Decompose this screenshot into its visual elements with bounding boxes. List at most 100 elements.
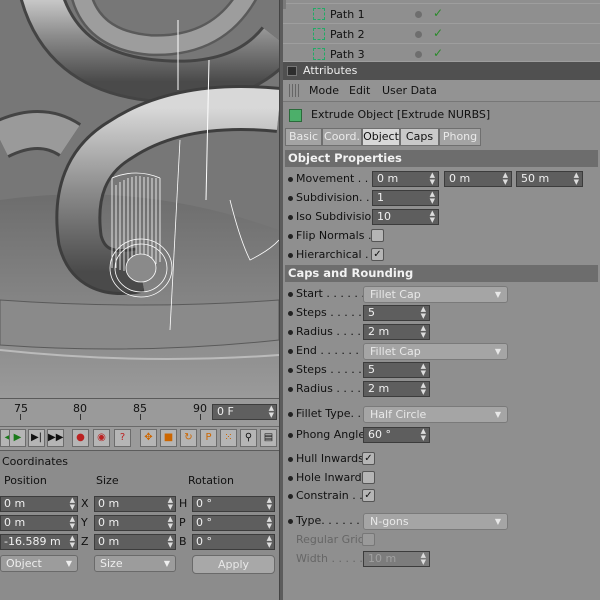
list-item[interactable]: Path 2 ✓ xyxy=(283,25,600,44)
play-forward-button[interactable]: ▶ xyxy=(9,429,26,447)
flip-normals-checkbox[interactable] xyxy=(371,229,384,242)
constrain-checkbox[interactable]: ✓ xyxy=(362,489,375,502)
rotation-p-field[interactable]: 0 ° ▲ ▼ xyxy=(192,515,275,531)
tab-basic[interactable]: Basic xyxy=(285,128,322,146)
animate-dot-icon[interactable] xyxy=(288,253,293,258)
animate-dot-icon[interactable] xyxy=(288,457,293,462)
scale-key-icon[interactable]: ■ xyxy=(160,429,177,447)
start-steps-field[interactable]: 5 ▲ ▼ xyxy=(363,305,430,321)
animate-dot-icon[interactable] xyxy=(288,519,293,524)
stepper-arrows-icon[interactable]: ▲ ▼ xyxy=(421,306,426,320)
movement-y-field[interactable]: 0 m ▲ ▼ xyxy=(444,171,512,187)
visibility-dot-icon[interactable] xyxy=(415,51,422,58)
movement-z-field[interactable]: 50 m ▲ ▼ xyxy=(516,171,583,187)
fillet-type-select[interactable]: Half Circle ▼ xyxy=(363,406,508,423)
position-y-field[interactable]: 0 m ▲ ▼ xyxy=(0,515,78,531)
position-z-field[interactable]: -16.589 m ▲ ▼ xyxy=(0,534,78,550)
stepper-arrows-icon[interactable]: ▲ ▼ xyxy=(70,535,75,549)
animate-dot-icon[interactable] xyxy=(288,292,293,297)
animate-dot-icon[interactable] xyxy=(288,177,293,182)
end-radius-field[interactable]: 2 m ▲ ▼ xyxy=(363,381,430,397)
end-cap-select[interactable]: Fillet Cap ▼ xyxy=(363,343,508,360)
timeline-window-icon[interactable]: ▤ xyxy=(260,429,277,447)
subdivision-field[interactable]: 1 ▲ ▼ xyxy=(372,190,439,206)
animate-dot-icon[interactable] xyxy=(288,311,293,316)
stepper-arrows-icon[interactable]: ▲ ▼ xyxy=(267,497,272,511)
apply-button[interactable]: Apply xyxy=(192,555,275,574)
hull-inwards-checkbox[interactable]: ✓ xyxy=(362,452,375,465)
menu-mode[interactable]: Mode xyxy=(309,84,339,97)
animate-dot-icon[interactable] xyxy=(288,387,293,392)
hole-inwards-checkbox[interactable] xyxy=(362,471,375,484)
stepper-arrows-icon[interactable]: ▲ ▼ xyxy=(168,516,173,530)
stepper-arrows-icon[interactable]: ▲ ▼ xyxy=(421,325,426,339)
visibility-dot-icon[interactable] xyxy=(415,31,422,38)
menu-edit[interactable]: Edit xyxy=(349,84,370,97)
end-steps-field[interactable]: 5 ▲ ▼ xyxy=(363,362,430,378)
animate-dot-icon[interactable] xyxy=(288,330,293,335)
stepper-arrows-icon[interactable]: ▲ ▼ xyxy=(421,382,426,396)
stepper-arrows-icon[interactable]: ▲ ▼ xyxy=(574,172,579,186)
stepper-arrows-icon[interactable]: ▲ ▼ xyxy=(503,172,508,186)
stepper-arrows-icon[interactable]: ▲ ▼ xyxy=(421,428,426,442)
stepper-arrows-icon[interactable]: ▲ ▼ xyxy=(269,405,274,419)
enabled-check-icon[interactable]: ✓ xyxy=(433,6,443,20)
tab-phong[interactable]: Phong xyxy=(439,128,481,146)
start-radius-field[interactable]: 2 m ▲ ▼ xyxy=(363,324,430,340)
movement-x-field[interactable]: 0 m ▲ ▼ xyxy=(372,171,439,187)
animate-dot-icon[interactable] xyxy=(288,234,293,239)
coordinate-mode-select[interactable]: Object ▼ xyxy=(0,555,78,572)
list-item[interactable] xyxy=(283,0,600,9)
go-to-end-icon[interactable]: ▶▶ xyxy=(47,429,64,447)
iso-subdivision-field[interactable]: 10 ▲ ▼ xyxy=(372,209,439,225)
stepper-arrows-icon[interactable]: ▲ ▼ xyxy=(267,535,272,549)
record-keys-icon[interactable]: ● xyxy=(72,429,89,447)
keyframe-selection-icon[interactable]: ? xyxy=(114,429,131,447)
enabled-check-icon[interactable]: ✓ xyxy=(433,26,443,40)
animate-dot-icon[interactable] xyxy=(288,215,293,220)
stepper-arrows-icon[interactable]: ▲ ▼ xyxy=(430,191,435,205)
autokey-icon[interactable]: ◉ xyxy=(93,429,110,447)
current-frame-field[interactable]: 0 F ▲ ▼ xyxy=(212,404,277,420)
size-y-field[interactable]: 0 m ▲ ▼ xyxy=(94,515,176,531)
stepper-arrows-icon[interactable]: ▲ ▼ xyxy=(430,210,435,224)
size-x-field[interactable]: 0 m ▲ ▼ xyxy=(94,496,176,512)
hierarchical-checkbox[interactable]: ✓ xyxy=(371,248,384,261)
animate-dot-icon[interactable] xyxy=(288,196,293,201)
stepper-arrows-icon[interactable]: ▲ ▼ xyxy=(168,535,173,549)
menu-user-data[interactable]: User Data xyxy=(382,84,437,97)
animate-dot-icon[interactable] xyxy=(288,349,293,354)
size-mode-select[interactable]: Size ▼ xyxy=(94,555,176,572)
animate-dot-icon[interactable] xyxy=(288,368,293,373)
panel-menu-icon[interactable] xyxy=(287,66,297,76)
position-key-icon[interactable]: ✥ xyxy=(140,429,157,447)
cap-type-select[interactable]: N-gons ▼ xyxy=(363,513,508,530)
animate-dot-icon[interactable] xyxy=(288,476,293,481)
start-cap-select[interactable]: Fillet Cap ▼ xyxy=(363,286,508,303)
enabled-check-icon[interactable]: ✓ xyxy=(433,46,443,60)
list-item[interactable]: Path 1 ✓ xyxy=(283,5,600,24)
stepper-arrows-icon[interactable]: ▲ ▼ xyxy=(430,172,435,186)
phong-angle-field[interactable]: 60 ° ▲ ▼ xyxy=(363,427,430,443)
stepper-arrows-icon[interactable]: ▲ ▼ xyxy=(70,497,75,511)
stepper-arrows-icon[interactable]: ▲ ▼ xyxy=(421,363,426,377)
stepper-arrows-icon[interactable]: ▲ ▼ xyxy=(267,516,272,530)
rotation-key-icon[interactable]: ↻ xyxy=(180,429,197,447)
scheme-icon[interactable]: ⚲ xyxy=(240,429,257,447)
size-z-field[interactable]: 0 m ▲ ▼ xyxy=(94,534,176,550)
rotation-h-field[interactable]: 0 ° ▲ ▼ xyxy=(192,496,275,512)
tab-coord[interactable]: Coord. xyxy=(322,128,362,146)
animate-dot-icon[interactable] xyxy=(288,433,293,438)
stepper-arrows-icon[interactable]: ▲ ▼ xyxy=(168,497,173,511)
rotation-b-field[interactable]: 0 ° ▲ ▼ xyxy=(192,534,275,550)
animate-dot-icon[interactable] xyxy=(288,412,293,417)
animate-dot-icon[interactable] xyxy=(288,494,293,499)
list-item[interactable]: Path 3 ✓ xyxy=(283,45,600,62)
stepper-arrows-icon[interactable]: ▲ ▼ xyxy=(70,516,75,530)
step-forward-icon[interactable]: ▶| xyxy=(28,429,45,447)
position-x-field[interactable]: 0 m ▲ ▼ xyxy=(0,496,78,512)
visibility-dot-icon[interactable] xyxy=(415,11,422,18)
timeline-ruler[interactable]: 75 80 85 90 0 F ▲ ▼ xyxy=(0,398,279,426)
3d-viewport[interactable] xyxy=(0,0,279,398)
tab-caps[interactable]: Caps xyxy=(400,128,439,146)
